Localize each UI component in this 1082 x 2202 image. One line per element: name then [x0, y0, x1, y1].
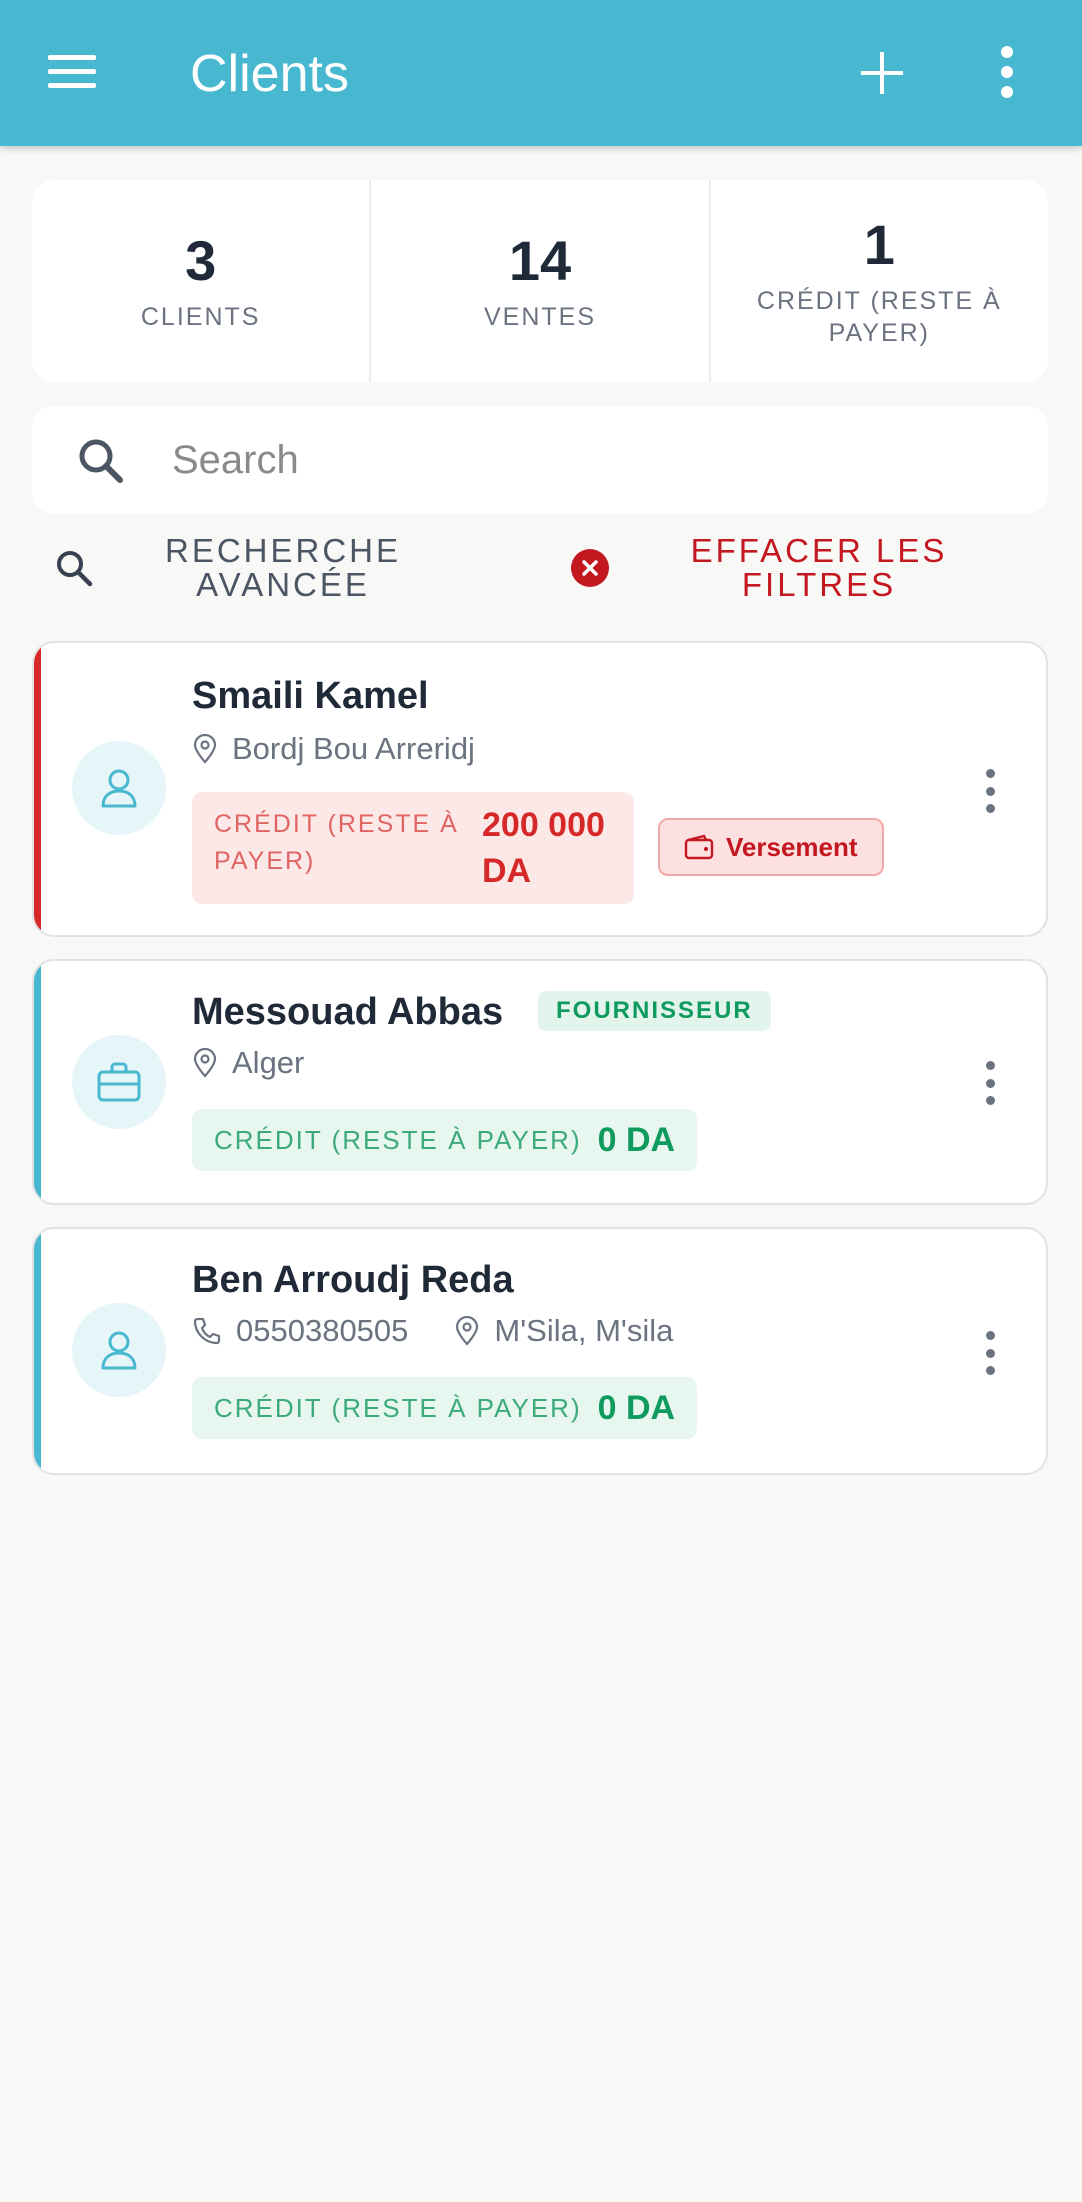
person-icon — [72, 741, 166, 835]
stat-value: 1 — [863, 213, 895, 276]
client-name: Ben Arroudj Reda — [192, 1259, 514, 1301]
client-location: Alger — [192, 1043, 304, 1083]
stat-label: CLIENTS — [140, 303, 261, 331]
stat-ventes: 14 VENTES — [371, 180, 711, 382]
credit-badge: CRÉDIT (RESTE À PAYER) 200 000 DA — [192, 792, 634, 904]
location-pin-icon — [193, 1048, 217, 1078]
clear-filters-label: EFFACER LES FILTRES — [690, 532, 948, 603]
credit-label: CRÉDIT (RESTE À PAYER) — [214, 1124, 582, 1155]
card-accent — [34, 961, 41, 1203]
wallet-icon — [684, 834, 714, 860]
filter-row: RECHERCHE AVANCÉE EFFACER LES FILTRES — [32, 528, 1048, 608]
phone-icon — [193, 1317, 221, 1345]
search-input[interactable] — [172, 430, 992, 490]
person-icon — [72, 1303, 166, 1397]
card-accent — [34, 1229, 41, 1473]
client-contact: 0550380505 M'Sila, M'sila — [192, 1311, 673, 1351]
more-vert-icon[interactable] — [984, 42, 1030, 102]
stat-credit: 1 CRÉDIT (RESTE À PAYER) — [711, 180, 1048, 382]
advanced-search-button[interactable]: RECHERCHE AVANCÉE — [54, 528, 408, 608]
versement-label: Versement — [726, 831, 858, 862]
card-accent — [34, 643, 41, 935]
page-title: Clients — [190, 45, 349, 103]
stat-label: VENTES — [483, 303, 596, 331]
credit-value: 0 DA — [597, 1120, 676, 1159]
location-text: M'Sila, M'sila — [494, 1313, 674, 1348]
stat-clients: 3 CLIENTS — [32, 180, 372, 382]
search-icon — [76, 436, 126, 486]
credit-badge: CRÉDIT (RESTE À PAYER) 0 DA — [192, 1109, 698, 1171]
client-card[interactable]: Ben Arroudj Reda 0550380505 M'Sila, M'si… — [32, 1227, 1048, 1475]
stat-label: CRÉDIT (RESTE À PAYER) — [756, 287, 1002, 347]
location-text: Alger — [232, 1045, 305, 1080]
location-pin-icon — [193, 734, 217, 764]
add-icon[interactable] — [856, 44, 908, 100]
client-name: Messouad Abbas — [192, 991, 504, 1033]
location-pin-icon — [456, 1316, 479, 1346]
clear-filters-button[interactable]: EFFACER LES FILTRES — [570, 528, 964, 608]
more-vert-icon[interactable] — [970, 1055, 1010, 1111]
app-bar: Clients — [0, 0, 1082, 146]
credit-badge: CRÉDIT (RESTE À PAYER) 0 DA — [192, 1377, 698, 1439]
stat-value: 3 — [185, 229, 217, 292]
close-circle-icon — [570, 548, 610, 588]
stats-card: 3 CLIENTS 14 VENTES 1 CRÉDIT (RESTE À PA… — [32, 180, 1048, 382]
search-bar — [32, 406, 1048, 514]
phone-text: 0550380505 — [236, 1313, 409, 1348]
client-card[interactable]: Smaili Kamel Bordj Bou Arreridj CRÉDIT (… — [32, 641, 1048, 937]
more-vert-icon[interactable] — [970, 1325, 1010, 1381]
more-vert-icon[interactable] — [970, 763, 1010, 819]
client-location: Bordj Bou Arreridj — [192, 729, 475, 769]
advanced-search-label: RECHERCHE AVANCÉE — [164, 532, 402, 603]
credit-label: CRÉDIT (RESTE À PAYER) — [214, 810, 459, 875]
stat-value: 14 — [508, 229, 572, 292]
briefcase-icon — [72, 1035, 166, 1129]
client-name: Smaili Kamel — [192, 675, 429, 717]
search-icon — [54, 548, 94, 588]
menu-icon[interactable] — [46, 50, 102, 96]
location-text: Bordj Bou Arreridj — [232, 731, 475, 766]
client-card[interactable]: Messouad Abbas FOURNISSEUR Alger CRÉDIT … — [32, 959, 1048, 1205]
credit-value: 0 DA — [597, 1388, 676, 1427]
supplier-tag: FOURNISSEUR — [538, 991, 771, 1031]
credit-value: 200 000 DA — [482, 806, 605, 890]
credit-label: CRÉDIT (RESTE À PAYER) — [214, 1392, 582, 1423]
versement-button[interactable]: Versement — [658, 818, 884, 876]
